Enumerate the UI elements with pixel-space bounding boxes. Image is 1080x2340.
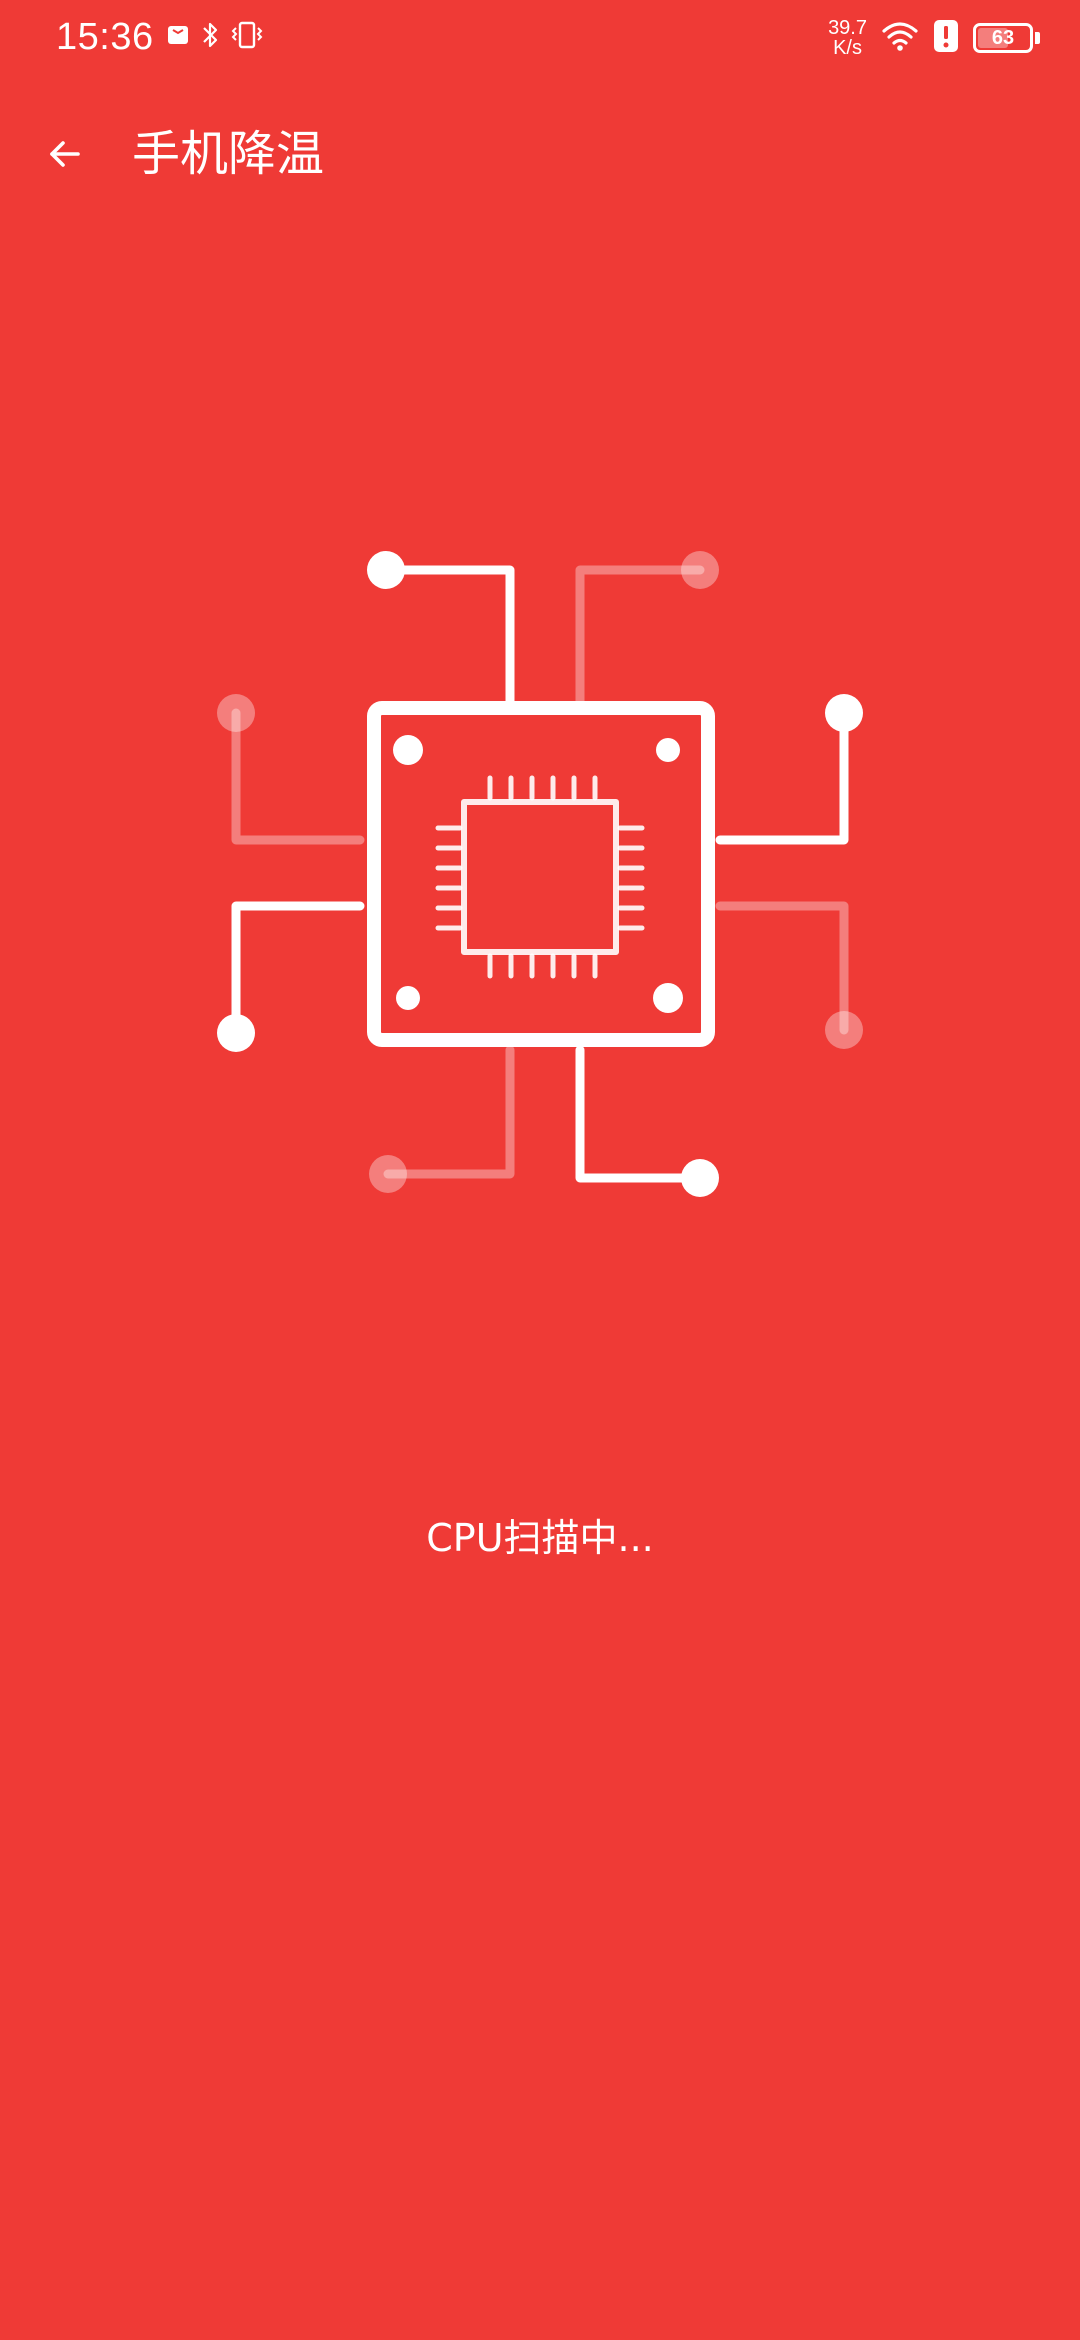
status-left-icons xyxy=(166,20,264,54)
scan-status-text: CPU扫描中... xyxy=(426,1516,654,1560)
page-title: 手机降温 xyxy=(132,126,325,182)
status-time: 15:36 xyxy=(56,16,154,58)
network-speed-unit: K/s xyxy=(833,37,862,59)
status-bar: 15:36 39.7 K/s 63 xyxy=(0,0,1080,78)
notification-icon xyxy=(166,23,190,51)
arrow-left-icon xyxy=(50,141,80,167)
network-speed: 39.7 K/s xyxy=(828,18,867,58)
alert-icon xyxy=(933,19,959,57)
bluetooth-icon xyxy=(200,20,220,54)
network-speed-value: 39.7 xyxy=(828,17,867,39)
vibrate-icon xyxy=(230,20,264,54)
cooling-screen: 15:36 39.7 K/s 63 手机降温 CPU扫描中... xyxy=(0,0,1080,2340)
battery-indicator: 63 xyxy=(973,23,1040,53)
battery-level: 63 xyxy=(991,26,1015,49)
wifi-icon xyxy=(881,20,919,56)
status-right-icons: 39.7 K/s 63 xyxy=(828,14,1040,62)
cpu-chip-icon xyxy=(217,551,863,1197)
back-button[interactable] xyxy=(28,118,100,190)
battery-icon: 63 xyxy=(973,23,1033,53)
cpu-chip-illustration xyxy=(200,530,880,1210)
battery-nub xyxy=(1035,32,1040,44)
app-bar: 手机降温 xyxy=(0,100,1080,210)
